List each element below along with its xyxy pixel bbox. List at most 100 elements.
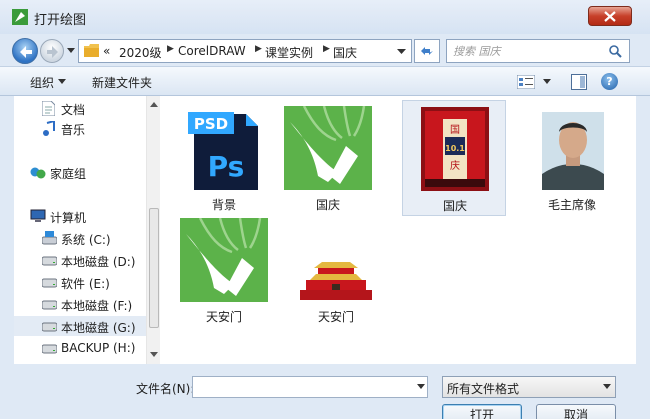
search-box: [446, 39, 630, 63]
nav-item-drive-d[interactable]: 本地磁盘 (D:): [14, 250, 146, 270]
nav-item-label: 本地磁盘 (F:): [61, 299, 133, 313]
nav-item-drive-c[interactable]: 系统 (C:): [14, 228, 146, 248]
tiananmen-thumbnail: [300, 262, 372, 300]
breadcrumb-item[interactable]: 2020级: [119, 44, 162, 61]
file-item[interactable]: 天安门: [284, 212, 388, 328]
window-title: 打开绘图: [34, 13, 87, 28]
svg-text:Ps: Ps: [208, 150, 245, 183]
coreldraw-app-icon: [12, 9, 28, 25]
filename-field[interactable]: [192, 376, 428, 398]
breadcrumb-separator-icon[interactable]: ▶: [167, 44, 174, 54]
coreldraw-file-icon: [180, 218, 268, 302]
scroll-thumb[interactable]: [149, 208, 159, 328]
filetype-select[interactable]: 所有文件格式: [442, 376, 616, 398]
breadcrumb-item[interactable]: 国庆: [333, 44, 357, 61]
navigation-bar: « 2020级 ▶ CorelDRAW ▶ 课堂实例 ▶ 国庆: [0, 34, 650, 64]
refresh-icon: [421, 47, 433, 55]
back-button[interactable]: [12, 38, 38, 64]
preview-pane-icon[interactable]: [571, 74, 587, 90]
arrow-left-icon: [20, 46, 32, 58]
breadcrumb-overflow[interactable]: «: [103, 44, 110, 58]
nav-item-drive-f[interactable]: 本地磁盘 (F:): [14, 294, 146, 314]
file-item[interactable]: 国庆: [276, 100, 380, 216]
chevron-down-icon[interactable]: [417, 384, 425, 390]
new-folder-button[interactable]: 新建文件夹: [92, 74, 152, 91]
nav-item-label: 音乐: [61, 123, 86, 137]
svg-text:国: 国: [450, 124, 460, 136]
nav-item-computer[interactable]: 计算机: [14, 206, 146, 226]
nav-item-label: 文档: [61, 103, 86, 117]
file-item[interactable]: 天安门: [172, 212, 276, 328]
breadcrumb-item[interactable]: CorelDRAW: [178, 44, 246, 58]
chevron-down-icon: [58, 79, 66, 84]
title-bar: 打开绘图: [0, 0, 650, 34]
breadcrumb-separator-icon[interactable]: ▶: [255, 44, 262, 54]
nav-item-drive-h[interactable]: BACKUP (H:): [14, 338, 146, 358]
forward-button[interactable]: [40, 39, 64, 63]
search-input[interactable]: [453, 43, 603, 59]
svg-text:PSD: PSD: [194, 115, 228, 133]
computer-icon: [30, 209, 46, 222]
file-item[interactable]: PSD Ps 背景: [172, 100, 276, 216]
drive-icon: [42, 344, 57, 354]
cancel-button[interactable]: 取消: [536, 404, 616, 419]
file-name: 天安门: [205, 310, 242, 324]
address-bar[interactable]: « 2020级 ▶ CorelDRAW ▶ 课堂实例 ▶ 国庆: [78, 39, 412, 63]
nav-item-music[interactable]: 音乐: [14, 118, 146, 138]
open-button[interactable]: 打开: [442, 404, 522, 419]
file-name: 国庆: [442, 199, 467, 213]
navigation-scrollbar[interactable]: [146, 96, 160, 364]
help-icon[interactable]: ?: [601, 73, 618, 90]
drive-icon: [42, 322, 57, 332]
folder-icon: [84, 44, 99, 57]
close-button[interactable]: [588, 6, 632, 26]
organize-button[interactable]: 组织: [30, 74, 54, 91]
nav-item-documents[interactable]: 文档: [14, 98, 146, 118]
breadcrumb-separator-icon[interactable]: ▶: [323, 44, 330, 54]
command-bar: 组织 新建文件夹 ?: [0, 66, 650, 96]
file-name: 国庆: [315, 198, 340, 212]
music-icon: [43, 121, 55, 136]
nav-item-label: 软件 (E:): [61, 277, 110, 291]
svg-text:庆: 庆: [450, 159, 460, 172]
national-day-poster-thumbnail: 国 10.1 庆: [421, 107, 489, 191]
nav-item-label: 家庭组: [50, 167, 87, 181]
nav-item-label: 计算机: [50, 211, 87, 225]
view-options-icon[interactable]: [517, 75, 535, 89]
drive-icon: [42, 278, 57, 288]
nav-item-label: 本地磁盘 (G:): [61, 321, 136, 335]
file-item[interactable]: 毛主席像: [520, 100, 624, 216]
search-icon[interactable]: [609, 45, 622, 58]
filetype-value: 所有文件格式: [447, 382, 520, 396]
file-item[interactable]: 国 10.1 庆 国庆: [402, 100, 506, 216]
nav-item-homegroup[interactable]: 家庭组: [14, 162, 146, 182]
chevron-down-icon[interactable]: [543, 79, 551, 85]
drive-icon: [42, 300, 57, 310]
coreldraw-file-icon: [284, 106, 372, 190]
nav-item-label: BACKUP (H:): [61, 341, 136, 355]
breadcrumb-item[interactable]: 课堂实例: [265, 44, 313, 61]
arrow-right-icon: [47, 46, 58, 58]
file-name: 背景: [211, 198, 236, 212]
scroll-up-icon[interactable]: [150, 102, 158, 108]
nav-item-label: 本地磁盘 (D:): [61, 255, 136, 269]
refresh-button[interactable]: [414, 39, 440, 63]
drive-icon: [42, 256, 57, 266]
file-name: 毛主席像: [547, 198, 596, 212]
nav-item-label: 系统 (C:): [61, 233, 111, 247]
file-list: PSD Ps 背景 国庆 国 10.1 庆 国庆 毛主席像 天安门 天安门: [160, 96, 636, 364]
system-drive-icon: [42, 231, 57, 245]
navigation-pane: 文档 音乐 家庭组 计算机 系统 (C:) 本地磁盘 (D:) 软件 (E:) …: [14, 96, 146, 364]
address-dropdown-icon[interactable]: [397, 48, 406, 55]
history-dropdown-icon[interactable]: [66, 45, 76, 55]
document-icon: [42, 101, 55, 116]
scroll-down-icon[interactable]: [150, 352, 158, 358]
nav-item-drive-g[interactable]: 本地磁盘 (G:): [14, 316, 146, 336]
filename-label: 文件名(N):: [136, 382, 195, 396]
nav-item-drive-e[interactable]: 软件 (E:): [14, 272, 146, 292]
photoshop-psd-icon: PSD Ps: [188, 112, 258, 190]
chevron-down-icon: [603, 384, 611, 389]
dialog-footer: 文件名(N): 所有文件格式 打开 取消: [0, 364, 650, 419]
svg-text:10.1: 10.1: [445, 144, 465, 153]
close-icon: [604, 11, 616, 22]
